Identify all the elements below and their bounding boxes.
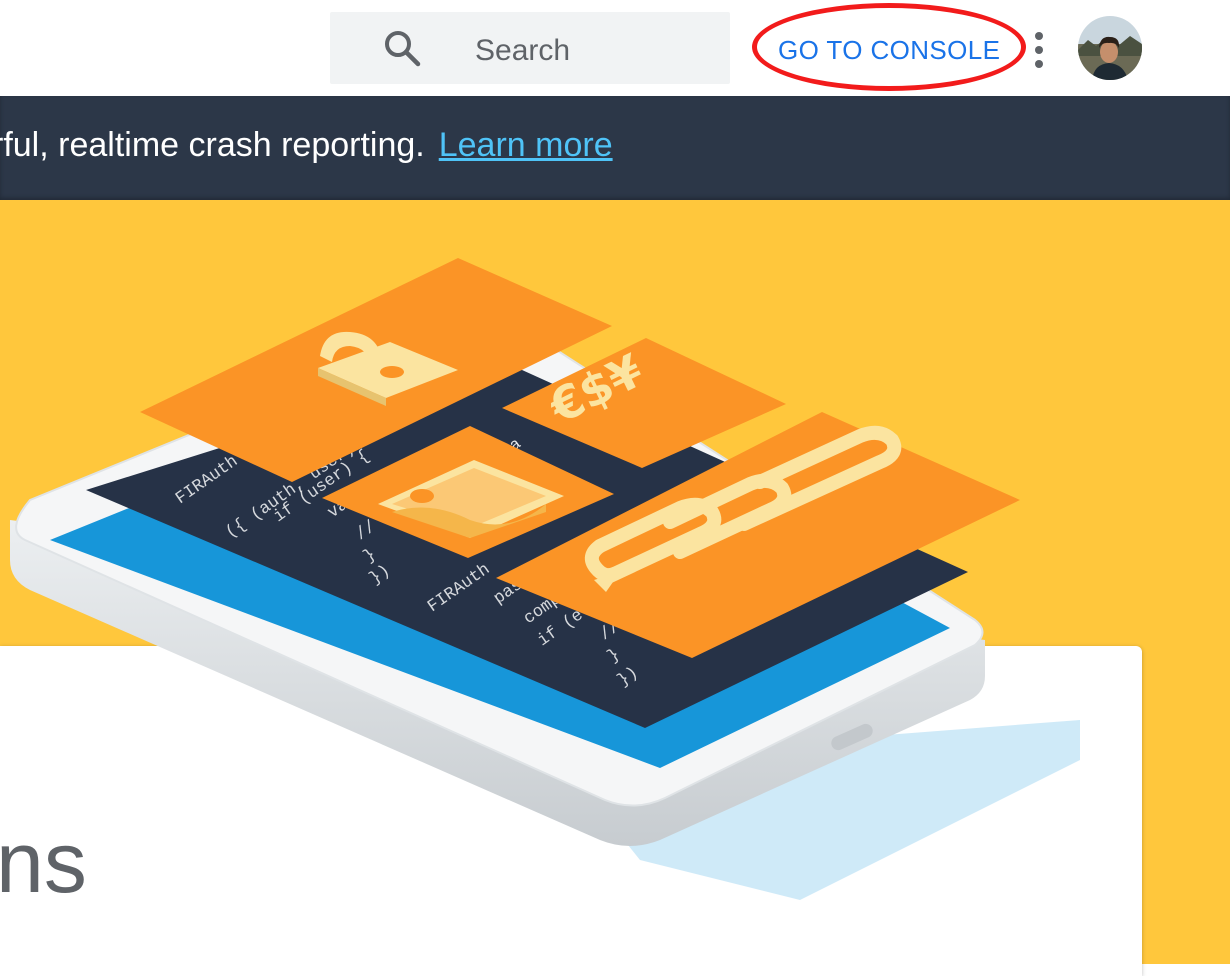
search-icon <box>385 31 421 67</box>
banner-text: rful, realtime crash reporting. <box>0 126 425 164</box>
avatar-photo <box>1078 16 1142 80</box>
announcement-banner: rful, realtime crash reporting. Learn mor… <box>0 96 1230 200</box>
banner-message: rful, realtime crash reporting. Learn mor… <box>0 126 613 165</box>
learn-more-link[interactable]: Learn more <box>439 126 613 164</box>
top-app-bar: Search GO TO CONSOLE <box>0 0 1230 96</box>
search-placeholder[interactable]: Search <box>475 34 570 68</box>
user-avatar[interactable] <box>1078 16 1142 80</box>
search-box[interactable]: Search <box>330 12 730 84</box>
hero-illustration: FIRAuth ({ (auth, user) in if (user) { v… <box>10 258 1080 900</box>
go-to-console-button[interactable]: GO TO CONSOLE <box>762 30 1016 70</box>
section-title-fragment: ns <box>0 815 87 911</box>
more-vert-icon[interactable] <box>1030 28 1048 72</box>
